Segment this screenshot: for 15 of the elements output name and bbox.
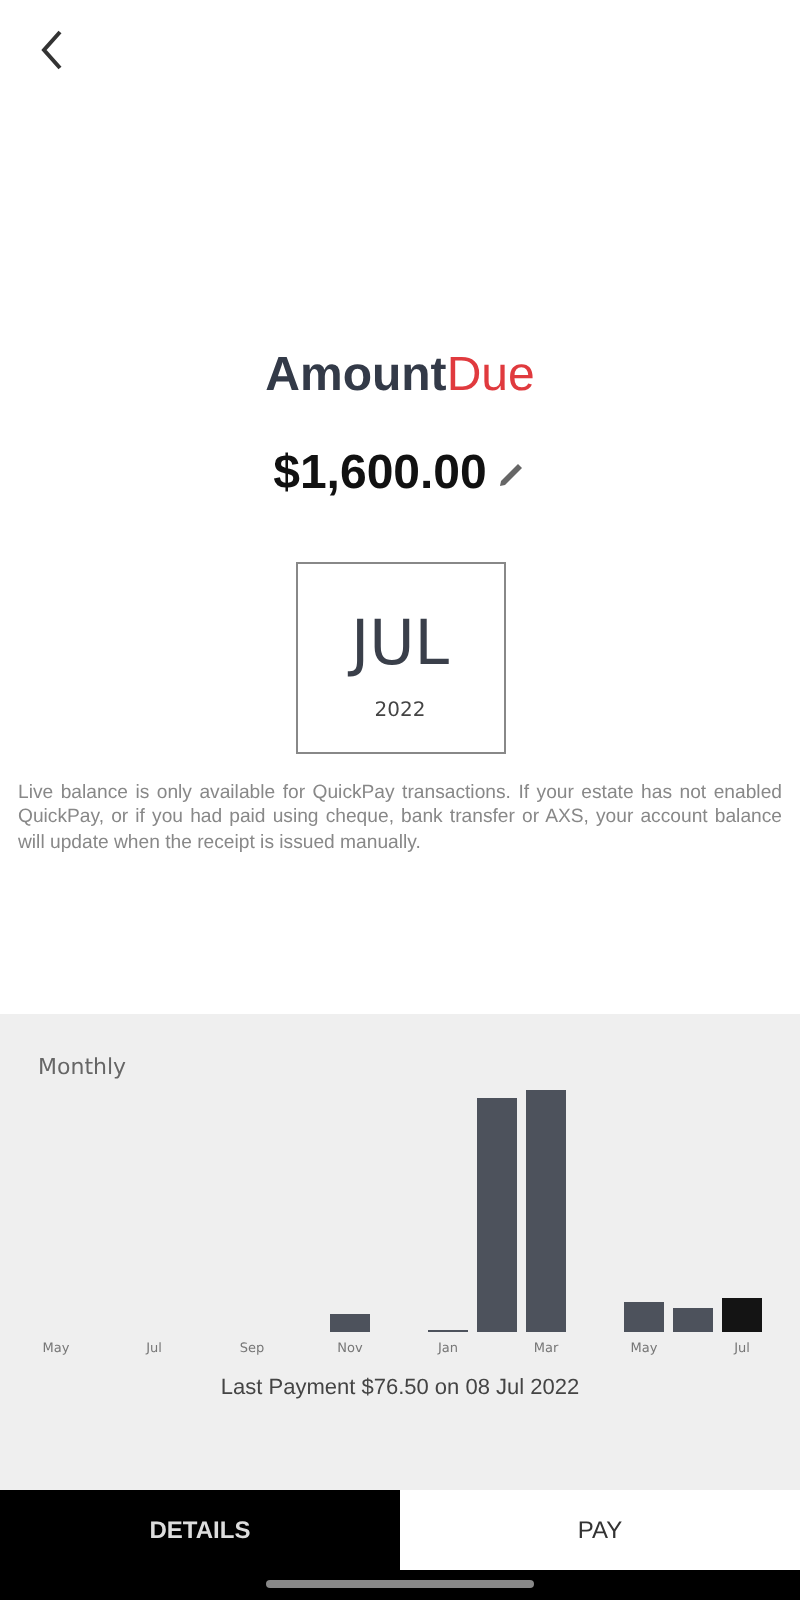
- chart-bar: [722, 1298, 762, 1332]
- month-picker[interactable]: JUL 2022: [295, 562, 505, 754]
- chart-title: Monthly: [38, 1054, 129, 1080]
- tab[interactable]: PAY: [400, 1490, 800, 1570]
- back-icon[interactable]: [40, 30, 64, 70]
- page-title: AmountDue: [265, 348, 535, 404]
- amount-due: $1,600.00: [273, 446, 487, 502]
- chart-bar: [673, 1308, 713, 1332]
- balance-notice: Live balance is only available for QuickPay transactions. If your estate has not enabled QuickPay, or if you had paid using cheque, bank transfer or AXS, your account balance will update when the receipt is issued manually.: [18, 782, 782, 857]
- chart-bar: [330, 1314, 370, 1332]
- year-label: 2022: [374, 700, 426, 722]
- chart-bar: [624, 1302, 664, 1332]
- month-label: JUL: [350, 608, 450, 680]
- edit-icon[interactable]: [498, 460, 527, 488]
- last-payment: Last Payment $76.50 on 08 Jul 2022: [220, 1376, 580, 1400]
